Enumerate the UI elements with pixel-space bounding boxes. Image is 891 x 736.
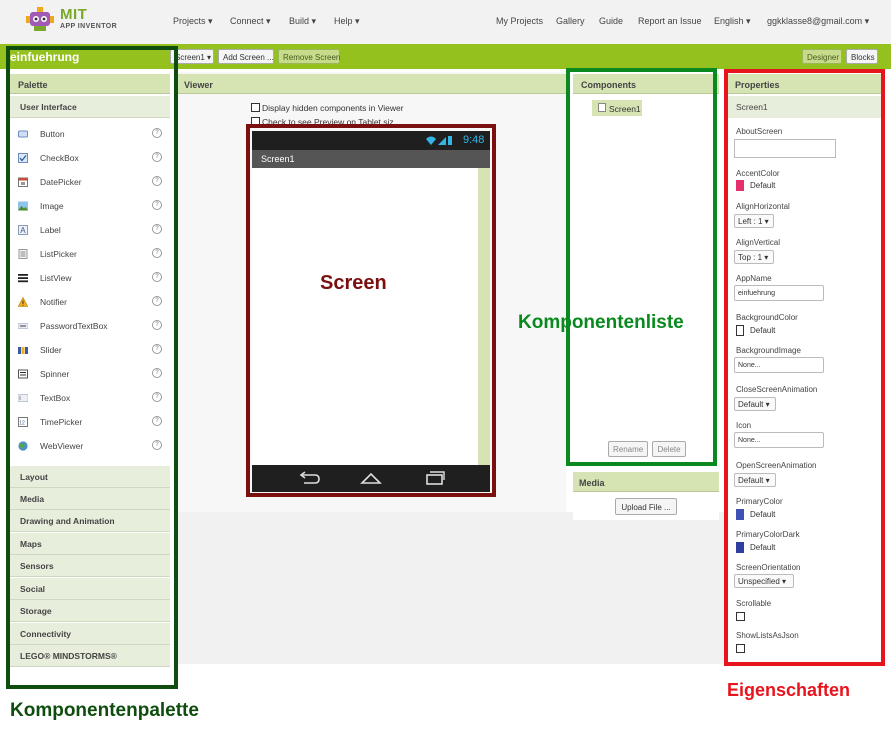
- add-screen-button[interactable]: Add Screen ...: [218, 49, 274, 64]
- link-my-projects[interactable]: My Projects: [496, 16, 543, 26]
- menu-build[interactable]: Build ▾: [289, 16, 316, 27]
- designer-button[interactable]: Designer: [802, 49, 842, 64]
- annotation-eigenschaften: Eigenschaften: [727, 680, 851, 700]
- annotation-komponentenliste: Komponentenliste: [518, 312, 684, 333]
- link-gallery[interactable]: Gallery: [556, 16, 585, 26]
- upload-file-button[interactable]: Upload File ...: [615, 498, 677, 515]
- blocks-button[interactable]: Blocks: [846, 49, 878, 64]
- menu-connect[interactable]: Connect ▾: [230, 16, 271, 27]
- workspace-background: [176, 512, 726, 664]
- components-annotation-frame: [566, 68, 717, 466]
- logo-subtitle: APP INVENTOR: [60, 23, 118, 30]
- account-menu[interactable]: ggkklasse8@gmail.com ▾: [767, 16, 869, 27]
- screen-annotation-frame: [246, 124, 496, 497]
- menu-projects[interactable]: Projects ▾: [173, 16, 213, 27]
- hidden-components-label: Display hidden components in Viewer: [262, 103, 404, 113]
- app-inventor-logo-icon: [26, 7, 54, 31]
- top-header: [0, 0, 891, 44]
- menu-help[interactable]: Help ▾: [334, 16, 360, 27]
- link-guide[interactable]: Guide: [599, 16, 623, 26]
- media-header: Media: [573, 472, 719, 492]
- logo-title: MIT: [60, 6, 88, 23]
- properties-annotation-frame: [724, 69, 885, 666]
- remove-screen-button[interactable]: Remove Screen: [278, 49, 340, 64]
- link-report-issue[interactable]: Report an Issue: [638, 16, 702, 26]
- annotation-screen: Screen: [320, 272, 387, 294]
- annotation-komponentenpalette: Komponentenpalette: [10, 700, 199, 721]
- hidden-components-checkbox[interactable]: [251, 103, 260, 112]
- palette-annotation-frame: [6, 46, 178, 689]
- viewer-header: Viewer: [176, 74, 566, 94]
- language-select[interactable]: English ▾: [714, 16, 751, 27]
